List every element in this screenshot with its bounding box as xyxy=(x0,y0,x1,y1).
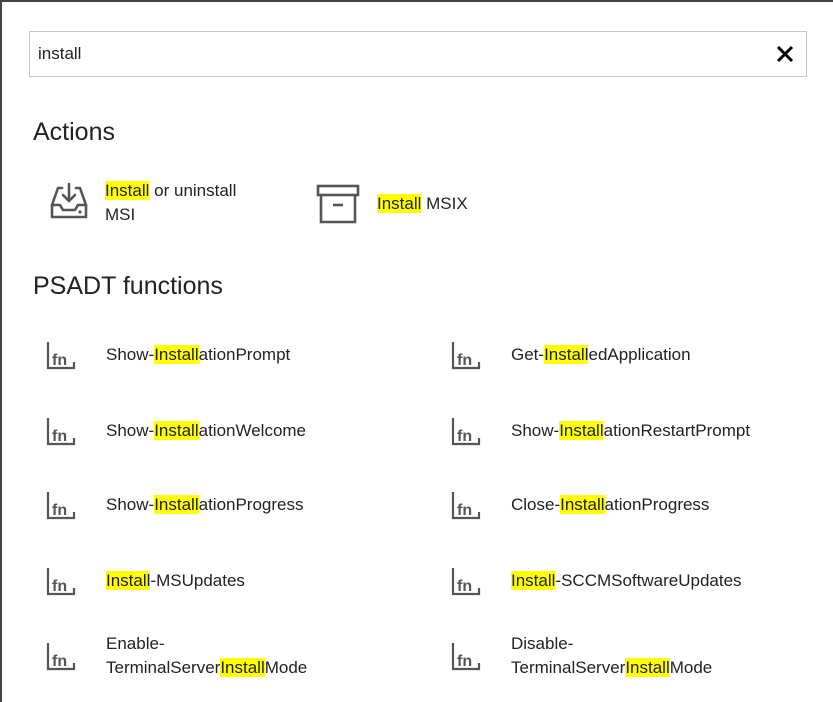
search-input[interactable] xyxy=(38,32,758,76)
svg-text:fn: fn xyxy=(457,653,472,670)
function-suffix: Mode xyxy=(669,658,713,677)
archive-box-icon xyxy=(316,184,360,224)
tray-download-icon xyxy=(50,182,88,219)
function-prefix: Enable- xyxy=(106,634,165,653)
function-icon: fn xyxy=(46,342,76,370)
function-match-highlight: Install xyxy=(560,495,605,514)
function-prefix: Close- xyxy=(511,495,561,514)
function-prefix: Get- xyxy=(511,345,545,364)
svg-text:fn: fn xyxy=(52,428,67,445)
function-icon: fn xyxy=(46,418,76,446)
function-suffix: ationWelcome xyxy=(198,421,307,440)
function-match-highlight: Install xyxy=(220,658,265,677)
action-match-highlight: Install xyxy=(377,194,422,213)
actions-heading: Actions xyxy=(33,118,115,146)
function-item[interactable]: fn Enable- TerminalServerInstallMode xyxy=(46,632,307,680)
action-label: MSIX xyxy=(421,194,468,213)
svg-text:fn: fn xyxy=(52,502,67,519)
action-label-line2: MSI xyxy=(105,205,136,224)
svg-text:fn: fn xyxy=(457,428,472,445)
function-item[interactable]: fn Install-MSUpdates xyxy=(46,566,245,596)
function-match-highlight: Install xyxy=(154,495,199,514)
function-prefix-line2: TerminalServer xyxy=(106,658,221,677)
function-match-highlight: Install xyxy=(511,571,556,590)
function-icon: fn xyxy=(46,568,76,596)
function-prefix: Show- xyxy=(511,421,560,440)
action-match-highlight: Install xyxy=(105,181,150,200)
function-suffix: ationPrompt xyxy=(198,345,291,364)
function-match-highlight: Install xyxy=(559,421,604,440)
clear-search-button[interactable] xyxy=(772,41,798,67)
function-icon: fn xyxy=(451,643,481,671)
svg-text:fn: fn xyxy=(52,578,67,595)
function-prefix: Show- xyxy=(106,495,155,514)
action-label: or uninstall xyxy=(149,181,237,200)
function-suffix: edApplication xyxy=(588,345,691,364)
function-match-highlight: Install xyxy=(625,658,670,677)
function-match-highlight: Install xyxy=(544,345,589,364)
close-icon xyxy=(776,45,794,63)
function-item[interactable]: fn Show-InstallationPrompt xyxy=(46,340,290,370)
function-icon: fn xyxy=(46,492,76,520)
function-icon: fn xyxy=(46,643,76,671)
function-suffix: ationProgress xyxy=(604,495,710,514)
function-icon: fn xyxy=(451,492,481,520)
function-icon: fn xyxy=(451,342,481,370)
function-prefix: Show- xyxy=(106,345,155,364)
svg-text:fn: fn xyxy=(457,578,472,595)
search-box[interactable] xyxy=(29,31,807,77)
function-item[interactable]: fn Install-SCCMSoftwareUpdates xyxy=(451,566,742,596)
function-prefix: Disable- xyxy=(511,634,574,653)
function-suffix: ationRestartPrompt xyxy=(603,421,751,440)
function-match-highlight: Install xyxy=(106,571,151,590)
function-suffix: -SCCMSoftwareUpdates xyxy=(555,571,742,590)
action-install-msi[interactable]: Install or uninstall MSI xyxy=(49,181,236,227)
function-item[interactable]: fn Close-InstallationProgress xyxy=(451,490,709,520)
action-install-msix[interactable]: Install MSIX xyxy=(316,184,468,224)
function-item[interactable]: fn Show-InstallationRestartPrompt xyxy=(451,416,750,446)
function-item[interactable]: fn Get-InstalledApplication xyxy=(451,340,691,370)
function-suffix: ationProgress xyxy=(198,495,304,514)
function-prefix: Show- xyxy=(106,421,155,440)
function-match-highlight: Install xyxy=(154,421,199,440)
svg-text:fn: fn xyxy=(52,352,67,369)
function-item[interactable]: fn Disable- TerminalServerInstallMode xyxy=(451,632,712,680)
svg-text:fn: fn xyxy=(52,653,67,670)
function-suffix: Mode xyxy=(264,658,308,677)
functions-heading: PSADT functions xyxy=(33,272,223,300)
svg-text:fn: fn xyxy=(457,352,472,369)
function-item[interactable]: fn Show-InstallationProgress xyxy=(46,490,304,520)
function-suffix: -MSUpdates xyxy=(150,571,245,590)
function-prefix-line2: TerminalServer xyxy=(511,658,626,677)
function-match-highlight: Install xyxy=(154,345,199,364)
function-icon: fn xyxy=(451,418,481,446)
svg-text:fn: fn xyxy=(457,502,472,519)
function-item[interactable]: fn Show-InstallationWelcome xyxy=(46,416,306,446)
function-icon: fn xyxy=(451,568,481,596)
